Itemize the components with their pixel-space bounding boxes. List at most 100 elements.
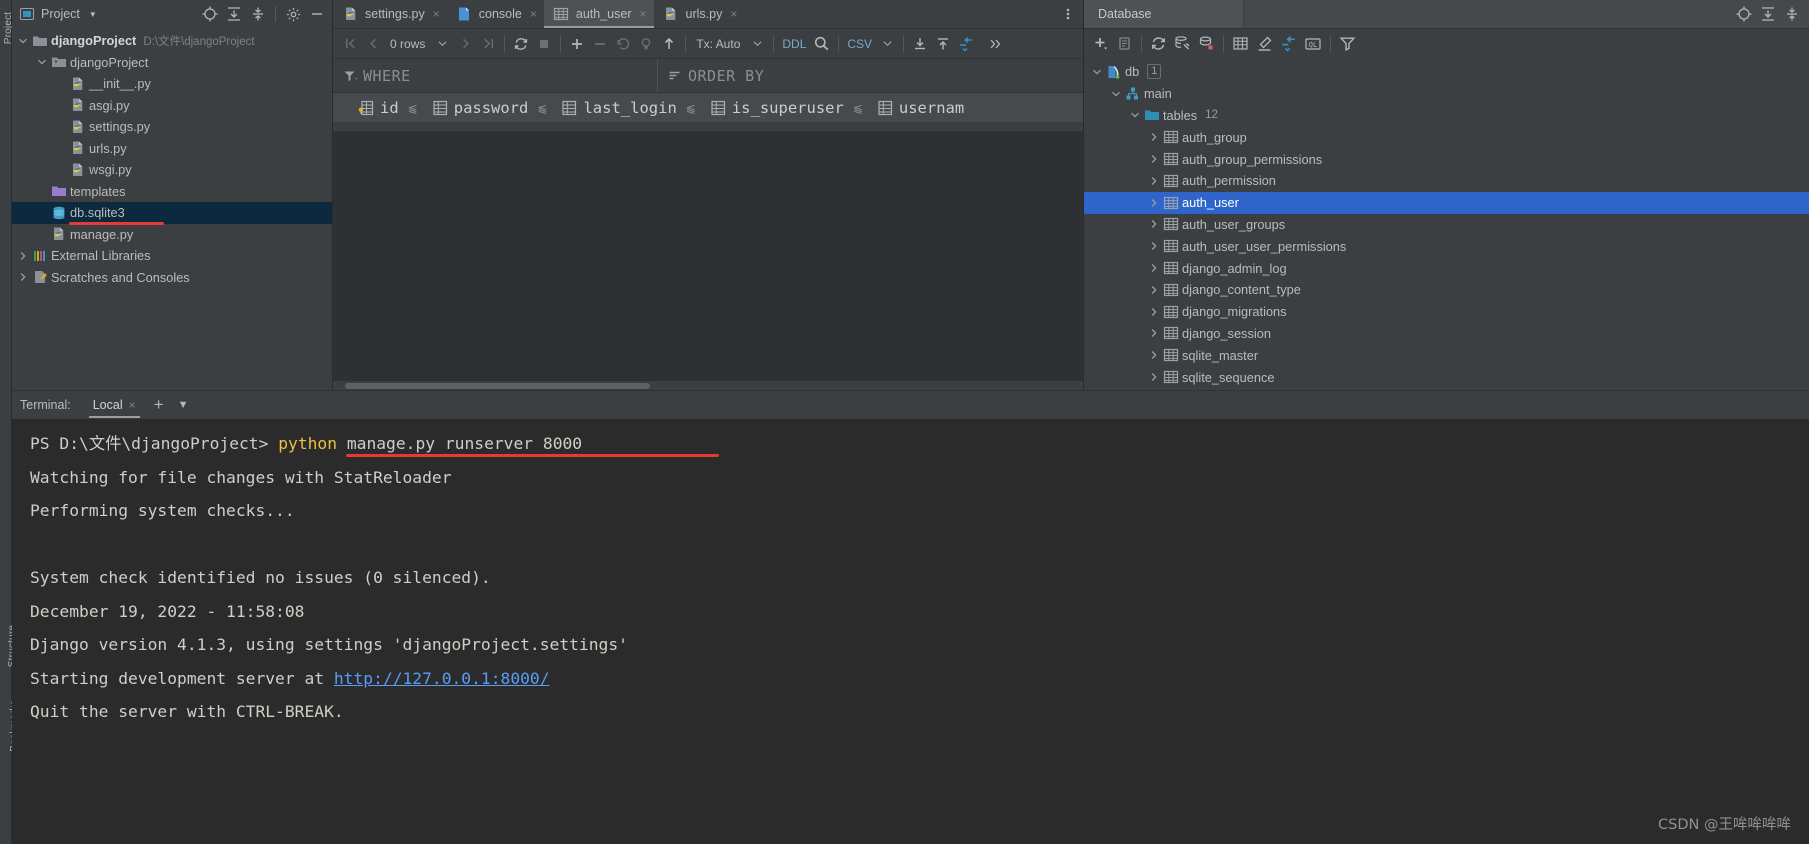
- next-page-icon[interactable]: [454, 32, 476, 56]
- chevron-right-icon[interactable]: [1149, 350, 1162, 360]
- column-sort-handle[interactable]: ⫹: [853, 101, 863, 115]
- project-tree-item[interactable]: External Libraries: [12, 245, 332, 267]
- project-tree-item[interactable]: djangoProject: [12, 52, 332, 74]
- editor-tab[interactable]: console ×: [447, 0, 544, 28]
- editor-tab[interactable]: settings.py ×: [333, 0, 447, 28]
- close-icon[interactable]: ×: [530, 7, 537, 21]
- server-url-link[interactable]: http://127.0.0.1:8000/: [334, 669, 550, 688]
- new-terminal-tab-icon[interactable]: +: [154, 395, 164, 415]
- chevron-right-icon[interactable]: [1149, 307, 1162, 317]
- where-filter-input[interactable]: WHERE: [333, 59, 658, 92]
- chevron-down-icon[interactable]: [1111, 89, 1124, 99]
- grid-column-header[interactable]: usernam: [877, 99, 971, 117]
- revert-icon[interactable]: [612, 32, 634, 56]
- database-tree-item[interactable]: django_migrations: [1084, 301, 1809, 323]
- project-tree-item[interactable]: manage.py: [12, 224, 332, 246]
- expand-all-icon[interactable]: [1757, 3, 1779, 25]
- project-tree-item[interactable]: urls.py: [12, 138, 332, 160]
- grid-column-header[interactable]: id ⫹: [358, 99, 432, 117]
- stop-icon[interactable]: [533, 32, 555, 56]
- close-icon[interactable]: ×: [640, 7, 647, 21]
- project-tree-item[interactable]: templates: [12, 181, 332, 203]
- sync-icon[interactable]: [1277, 32, 1300, 56]
- grid-rows-area[interactable]: [333, 131, 1083, 381]
- run-configuration-icon[interactable]: [1171, 32, 1194, 56]
- compare-icon[interactable]: [955, 32, 977, 56]
- filter-icon[interactable]: [1336, 32, 1359, 56]
- ddl-button[interactable]: DDL: [779, 32, 809, 56]
- chevron-down-icon[interactable]: [37, 57, 50, 67]
- chevron-right-icon[interactable]: [1149, 241, 1162, 251]
- database-tree-item[interactable]: auth_user: [1084, 191, 1809, 214]
- project-tree-item[interactable]: settings.py: [12, 116, 332, 138]
- chevron-right-icon[interactable]: [1149, 198, 1162, 208]
- close-icon[interactable]: ×: [730, 7, 737, 21]
- column-sort-handle[interactable]: ⫹: [537, 101, 547, 115]
- csv-format-label[interactable]: CSV: [844, 32, 875, 56]
- chevron-right-icon[interactable]: [1149, 263, 1162, 273]
- terminal-tab-local[interactable]: Local ×: [87, 391, 142, 419]
- chevron-right-icon[interactable]: [1149, 219, 1162, 229]
- column-sort-handle[interactable]: ⫹: [686, 101, 696, 115]
- gear-icon[interactable]: [282, 3, 304, 25]
- chevron-right-icon[interactable]: [1149, 372, 1162, 382]
- database-tree-item[interactable]: django_content_type: [1084, 279, 1809, 301]
- database-tree-item[interactable]: django_admin_log: [1084, 257, 1809, 279]
- refresh-icon[interactable]: [1147, 32, 1170, 56]
- export-icon[interactable]: [932, 32, 954, 56]
- chevron-down-icon[interactable]: [1130, 110, 1143, 120]
- search-icon[interactable]: [810, 32, 833, 56]
- close-icon[interactable]: ×: [129, 398, 136, 412]
- database-tree-item[interactable]: auth_group_permissions: [1084, 148, 1809, 170]
- chevron-down-icon[interactable]: [1092, 67, 1105, 77]
- more-options-icon[interactable]: [1053, 0, 1083, 28]
- last-page-icon[interactable]: [477, 32, 499, 56]
- grid-column-header[interactable]: password ⫹: [432, 99, 562, 117]
- tab-database[interactable]: Database: [1084, 0, 1244, 28]
- project-tree-item[interactable]: Scratches and Consoles: [12, 267, 332, 289]
- project-tree-item[interactable]: djangoProject D:\文件\djangoProject: [12, 30, 332, 52]
- database-tree-item[interactable]: auth_user_groups: [1084, 214, 1809, 236]
- jump-to-console-icon[interactable]: [1229, 32, 1252, 56]
- collapse-all-icon[interactable]: [247, 3, 269, 25]
- terminal-output[interactable]: PS D:\文件\djangoProject> python manage.py…: [12, 419, 1809, 729]
- project-tree-item[interactable]: db.sqlite3: [12, 202, 332, 225]
- scrollbar-thumb[interactable]: [345, 383, 650, 389]
- chevron-right-icon[interactable]: [18, 251, 31, 261]
- transaction-mode-label[interactable]: Tx: Auto: [691, 32, 745, 56]
- database-tree-item[interactable]: sqlite_master: [1084, 344, 1809, 366]
- chevron-right-icon[interactable]: [1149, 176, 1162, 186]
- editor-tab[interactable]: urls.py ×: [654, 0, 745, 28]
- reload-icon[interactable]: [510, 32, 532, 56]
- grid-column-header[interactable]: last_login ⫹: [561, 99, 709, 117]
- collapse-all-icon[interactable]: [1781, 3, 1803, 25]
- modify-icon[interactable]: [1253, 32, 1276, 56]
- chevron-right-icon[interactable]: [1149, 285, 1162, 295]
- submit-icon[interactable]: [658, 32, 680, 56]
- project-tree-item[interactable]: wsgi.py: [12, 159, 332, 181]
- tx-chevron-icon[interactable]: [746, 32, 768, 56]
- database-tree-item[interactable]: sqlite_sequence: [1084, 366, 1809, 388]
- csv-chevron-icon[interactable]: [876, 32, 898, 56]
- locate-icon[interactable]: [1733, 3, 1755, 25]
- data-source-properties-icon[interactable]: [1195, 32, 1218, 56]
- grid-column-header[interactable]: is_superuser ⫹: [710, 99, 877, 117]
- order-by-input[interactable]: ORDER BY: [658, 59, 1083, 92]
- chevron-right-icon[interactable]: [1149, 132, 1162, 142]
- chevron-right-icon[interactable]: [1149, 328, 1162, 338]
- grid-horizontal-scrollbar[interactable]: [333, 381, 1083, 390]
- query-console-icon[interactable]: QL: [1301, 32, 1325, 56]
- database-tree-item[interactable]: auth_user_user_permissions: [1084, 235, 1809, 257]
- rows-chevron-icon[interactable]: [431, 32, 453, 56]
- add-row-icon[interactable]: [566, 32, 588, 56]
- duplicate-icon[interactable]: [1114, 32, 1136, 56]
- expand-toolbar-icon[interactable]: [984, 32, 1006, 56]
- project-tree-item[interactable]: __init__.py: [12, 73, 332, 95]
- chevron-down-icon[interactable]: ▼: [89, 10, 97, 19]
- editor-tab[interactable]: auth_user ×: [543, 0, 654, 28]
- delete-row-icon[interactable]: [589, 32, 611, 56]
- locate-icon[interactable]: [199, 3, 221, 25]
- database-tree-item[interactable]: django_session: [1084, 323, 1809, 345]
- commit-icon[interactable]: [635, 32, 657, 56]
- add-icon[interactable]: [1090, 32, 1113, 56]
